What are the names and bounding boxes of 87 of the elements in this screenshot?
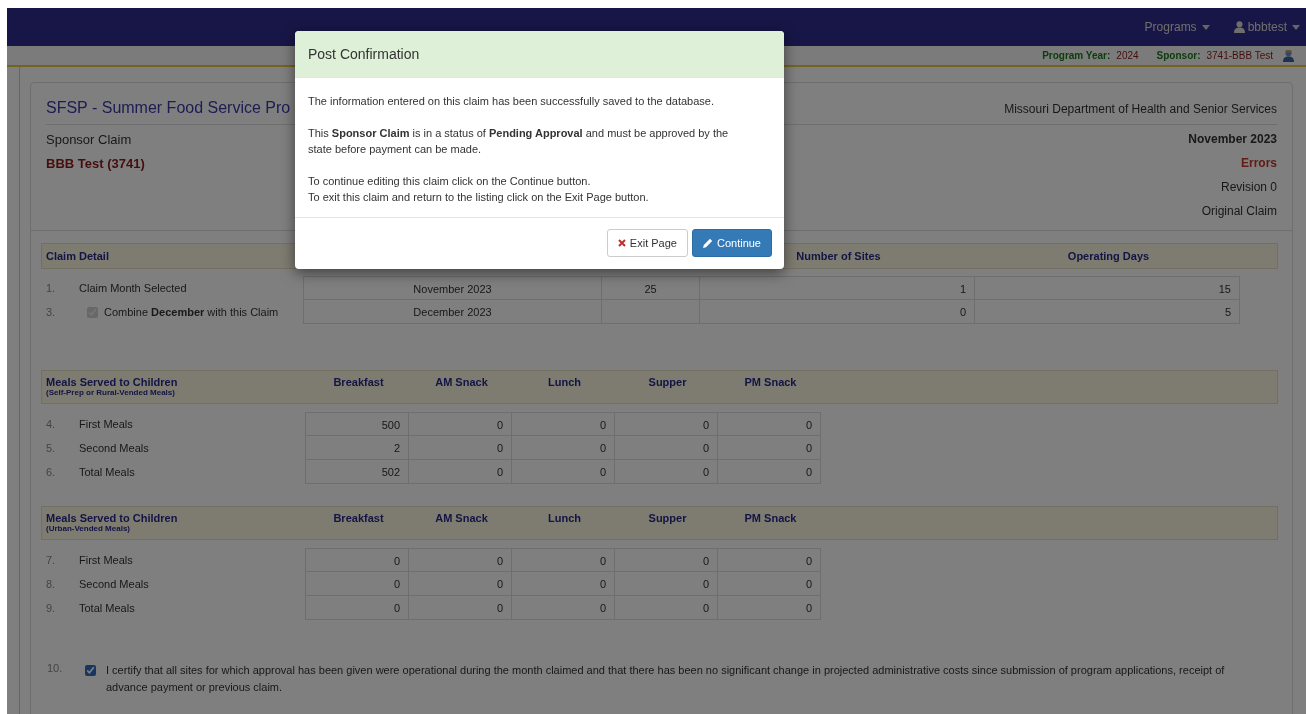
table-cell: 0: [717, 436, 821, 460]
column-header: Claim Detail: [45, 250, 110, 262]
table-title: Meals Served to Children: [46, 512, 178, 524]
column-header: Supper: [647, 512, 688, 524]
programs-menu[interactable]: Programs: [1144, 20, 1210, 34]
table-cell: 0: [305, 548, 409, 572]
modal-message: To exit this claim and return to the listing click on the Exit Page button.: [308, 190, 650, 205]
row-number: 8.: [45, 578, 57, 590]
row-label: Second Meals: [79, 442, 150, 454]
column-header: Breakfast: [332, 512, 385, 524]
row-number: 1.: [45, 282, 57, 294]
column-header: Operating Days: [1066, 250, 1151, 262]
sponsor-name: BBB Test (3741): [46, 156, 145, 171]
sponsor-value: 3741-BBB Test: [1206, 50, 1273, 61]
modal-message: To continue editing this claim click on the Continue button.: [308, 174, 592, 189]
caret-icon: [1201, 24, 1210, 30]
row-number: 6.: [45, 466, 57, 478]
exit-page-button[interactable]: Exit Page: [606, 229, 688, 257]
table-cell: 25: [601, 276, 700, 300]
table-cell: 500: [305, 412, 409, 436]
program-year-value: 2024: [1116, 50, 1139, 61]
claim-status: Errors: [1240, 156, 1277, 170]
modal-message: This Sponsor Claim is in a status of Pending Approval and must be approved by the state before payment can be made.: [308, 126, 730, 157]
row-number: 3.: [45, 306, 57, 318]
close-icon: [617, 239, 626, 247]
sponsor-label: Sponsor:: [1156, 50, 1201, 61]
table-cell: 0: [408, 412, 512, 436]
table-cell: 0: [614, 548, 718, 572]
claim-type: Original Claim: [1201, 204, 1277, 218]
agency-name: Missouri Department of Health and Senior Services: [1004, 102, 1277, 116]
column-header: Breakfast: [332, 376, 385, 388]
table-subtitle: (Urban-Vended Meals): [46, 524, 130, 533]
table-cell: 0: [614, 412, 718, 436]
revision-label: Revision 0: [1220, 180, 1277, 194]
row-number: 7.: [45, 554, 57, 566]
column-header: Lunch: [547, 376, 582, 388]
row-label: Claim Month Selected: [79, 282, 187, 294]
column-header: AM Snack: [434, 376, 489, 388]
row-number: 5.: [45, 442, 57, 454]
program-year-label: Program Year:: [1042, 50, 1111, 61]
table-cell: November 2023: [303, 276, 602, 300]
row-label: Total Meals: [79, 602, 136, 614]
row-number: 4.: [45, 418, 57, 430]
column-header: Lunch: [547, 512, 582, 524]
table-cell: 2: [305, 436, 409, 460]
page-title: SFSP - Summer Food Service Pro: [46, 99, 291, 116]
row-label: First Meals: [79, 418, 134, 430]
person-icon[interactable]: [1283, 49, 1294, 62]
table-cell: 0: [408, 548, 512, 572]
table-cell: 0: [717, 572, 821, 596]
table-cell: 15: [974, 276, 1240, 300]
modal-title: Post Confirmation: [295, 31, 784, 78]
table-subtitle: (Self-Prep or Rural-Vended Meals): [46, 388, 175, 397]
column-header: Supper: [647, 376, 688, 388]
table-cell: 0: [305, 596, 409, 620]
table-cell: 0: [717, 412, 821, 436]
table-cell: 0: [717, 460, 821, 484]
column-header: Number of Sites: [795, 250, 882, 262]
row-number: 9.: [45, 602, 57, 614]
user-icon: [1233, 21, 1245, 33]
table-cell: 1: [699, 276, 975, 300]
row-label: First Meals: [79, 554, 134, 566]
table-cell: 502: [305, 460, 409, 484]
pencil-icon: [702, 238, 713, 248]
table-cell: 0: [511, 412, 615, 436]
user-menu[interactable]: bbbtest: [1233, 20, 1300, 34]
continue-button[interactable]: Continue: [691, 229, 772, 257]
table-cell: 0: [511, 548, 615, 572]
page-subtitle: Sponsor Claim: [46, 132, 132, 147]
table-cell: 0: [717, 596, 821, 620]
certify-checkbox[interactable]: [85, 665, 96, 676]
table-cell: December 2023: [303, 300, 602, 324]
table-title: Meals Served to Children: [46, 376, 178, 388]
row-label: Second Meals: [79, 578, 150, 590]
modal-message: The information entered on this claim has been successfully saved to the database.: [308, 94, 715, 109]
claim-month: November 2023: [1188, 132, 1277, 146]
row-label: Combine December with this Claim: [104, 306, 279, 318]
row-label: Total Meals: [79, 466, 136, 478]
table-cell: 0: [717, 548, 821, 572]
caret-icon: [1292, 24, 1300, 30]
column-header: PM Snack: [743, 376, 798, 388]
column-header: AM Snack: [434, 512, 489, 524]
table-cell: 5: [974, 300, 1240, 324]
certification-text: I certify that all sites for which approval has been given were operational during the month claimed and that there has been no significant change in projected administrative costs since submission of program applications, receipt of advance payment or previous claim.: [106, 663, 1226, 695]
table-cell: 0: [305, 572, 409, 596]
row-number: 10.: [46, 662, 64, 676]
column-header: PM Snack: [743, 512, 798, 524]
